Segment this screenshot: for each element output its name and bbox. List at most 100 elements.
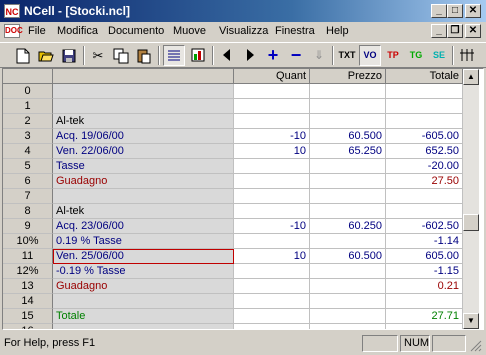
maximize-button[interactable]: □ bbox=[447, 4, 463, 18]
tp-button[interactable]: TP bbox=[382, 45, 404, 66]
column-header-totale[interactable]: Totale bbox=[386, 69, 463, 84]
se-button[interactable]: SE bbox=[428, 45, 450, 66]
cell-totale[interactable]: -1.15 bbox=[386, 264, 463, 279]
row-number[interactable]: 4 bbox=[3, 144, 53, 159]
cell-quant[interactable]: -10 bbox=[234, 219, 310, 234]
cell-totale[interactable] bbox=[386, 84, 463, 99]
cell-quant[interactable] bbox=[234, 99, 310, 114]
cell-description[interactable]: Al-tek bbox=[53, 114, 234, 129]
copy-icon[interactable] bbox=[110, 45, 132, 66]
paste-icon[interactable] bbox=[133, 45, 155, 66]
menu-file[interactable]: File bbox=[28, 25, 46, 37]
cell-description[interactable] bbox=[53, 294, 234, 309]
doc-minimize-button[interactable]: _ bbox=[431, 24, 447, 38]
cell-description[interactable]: Al-tek bbox=[53, 204, 234, 219]
open-icon[interactable] bbox=[35, 45, 57, 66]
row-number[interactable]: 7 bbox=[3, 189, 53, 204]
cell-prezzo[interactable] bbox=[310, 84, 386, 99]
cell-quant[interactable] bbox=[234, 279, 310, 294]
cell-quant[interactable] bbox=[234, 189, 310, 204]
cell-totale[interactable]: -1.14 bbox=[386, 234, 463, 249]
plus-icon[interactable]: + bbox=[262, 45, 284, 66]
row-number[interactable]: 6 bbox=[3, 174, 53, 189]
cell-quant[interactable]: -10 bbox=[234, 129, 310, 144]
merge-icon[interactable]: ⇓ bbox=[308, 45, 330, 66]
cell-description[interactable]: Acq. 19/06/00 bbox=[53, 129, 234, 144]
corner-header[interactable] bbox=[3, 69, 53, 84]
menu-documento[interactable]: Documento bbox=[108, 25, 164, 37]
menu-finestra[interactable]: Finestra bbox=[275, 25, 315, 37]
cell-quant[interactable] bbox=[234, 114, 310, 129]
menu-modifica[interactable]: Modifica bbox=[57, 25, 98, 37]
cell-description[interactable]: 0.19 % Tasse bbox=[53, 234, 234, 249]
row-number[interactable]: 2 bbox=[3, 114, 53, 129]
cell-prezzo[interactable] bbox=[310, 264, 386, 279]
menu-visualizza[interactable]: Visualizza bbox=[219, 25, 268, 37]
arrow-left-icon[interactable] bbox=[216, 45, 238, 66]
minus-icon[interactable]: − bbox=[285, 45, 307, 66]
cell-prezzo[interactable] bbox=[310, 279, 386, 294]
cell-totale[interactable]: -20.00 bbox=[386, 159, 463, 174]
resize-grip-icon[interactable] bbox=[470, 340, 482, 352]
cell-totale[interactable]: 0.21 bbox=[386, 279, 463, 294]
cell-prezzo[interactable] bbox=[310, 324, 386, 329]
row-number[interactable]: 5 bbox=[3, 159, 53, 174]
row-number[interactable]: 9 bbox=[3, 219, 53, 234]
app-icon[interactable]: NC bbox=[4, 4, 20, 18]
cell-quant[interactable] bbox=[234, 294, 310, 309]
menu-muove[interactable]: Muove bbox=[173, 25, 206, 37]
row-number[interactable]: 11 bbox=[3, 249, 53, 264]
cell-description[interactable]: Acq. 23/06/00 bbox=[53, 219, 234, 234]
columns-icon[interactable] bbox=[456, 45, 478, 66]
cell-quant[interactable] bbox=[234, 309, 310, 324]
chart-icon[interactable] bbox=[187, 45, 209, 66]
cell-prezzo[interactable] bbox=[310, 159, 386, 174]
scroll-thumb[interactable] bbox=[463, 214, 479, 231]
cell-totale[interactable] bbox=[386, 99, 463, 114]
cell-prezzo[interactable]: 60.500 bbox=[310, 249, 386, 264]
new-icon[interactable] bbox=[12, 45, 34, 66]
cell-prezzo[interactable]: 60.500 bbox=[310, 129, 386, 144]
cell-totale[interactable]: -605.00 bbox=[386, 129, 463, 144]
cell-totale[interactable] bbox=[386, 189, 463, 204]
cell-prezzo[interactable] bbox=[310, 189, 386, 204]
cell-quant[interactable] bbox=[234, 324, 310, 329]
cell-prezzo[interactable]: 60.250 bbox=[310, 219, 386, 234]
cell-prezzo[interactable] bbox=[310, 309, 386, 324]
cell-quant[interactable] bbox=[234, 174, 310, 189]
column-header-quant[interactable]: Quant bbox=[234, 69, 310, 84]
cell-quant[interactable] bbox=[234, 264, 310, 279]
row-number[interactable]: 10% bbox=[3, 234, 53, 249]
cell-quant[interactable] bbox=[234, 204, 310, 219]
cell-quant[interactable] bbox=[234, 159, 310, 174]
row-number[interactable]: 12% bbox=[3, 264, 53, 279]
vo-button[interactable]: VO bbox=[359, 45, 381, 66]
cell-totale[interactable]: -602.50 bbox=[386, 219, 463, 234]
txt-button[interactable]: TXT bbox=[336, 45, 358, 66]
cell-description[interactable] bbox=[53, 189, 234, 204]
row-number[interactable]: 13 bbox=[3, 279, 53, 294]
cell-totale[interactable]: 27.50 bbox=[386, 174, 463, 189]
cell-description[interactable] bbox=[53, 324, 234, 329]
cell-description[interactable] bbox=[53, 84, 234, 99]
cell-description[interactable]: Ven. 25/06/00 bbox=[53, 249, 234, 264]
cell-prezzo[interactable] bbox=[310, 114, 386, 129]
cell-totale[interactable] bbox=[386, 204, 463, 219]
cell-description[interactable]: Guadagno bbox=[53, 174, 234, 189]
cell-totale[interactable]: 605.00 bbox=[386, 249, 463, 264]
cell-totale[interactable]: 27.71 bbox=[386, 309, 463, 324]
doc-restore-button[interactable]: ❐ bbox=[447, 24, 463, 38]
cell-prezzo[interactable] bbox=[310, 174, 386, 189]
row-number[interactable]: 15 bbox=[3, 309, 53, 324]
document-icon[interactable]: DOC bbox=[4, 24, 23, 38]
cell-description[interactable]: Ven. 22/06/00 bbox=[53, 144, 234, 159]
row-number[interactable]: 1 bbox=[3, 99, 53, 114]
cell-totale[interactable]: 652.50 bbox=[386, 144, 463, 159]
row-number[interactable]: 0 bbox=[3, 84, 53, 99]
cell-totale[interactable] bbox=[386, 114, 463, 129]
cell-quant[interactable] bbox=[234, 234, 310, 249]
row-number[interactable]: 14 bbox=[3, 294, 53, 309]
cell-quant[interactable]: 10 bbox=[234, 144, 310, 159]
cell-prezzo[interactable] bbox=[310, 99, 386, 114]
cell-totale[interactable] bbox=[386, 294, 463, 309]
